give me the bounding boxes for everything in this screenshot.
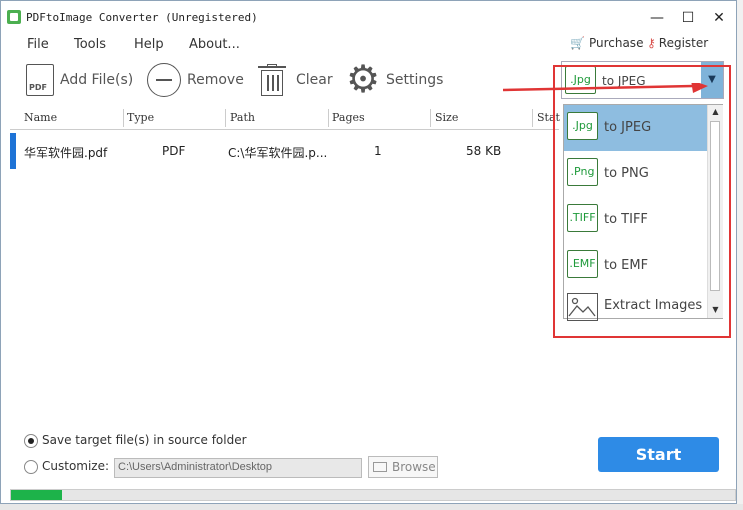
option-label: to PNG	[604, 166, 649, 181]
column-header-path[interactable]: Path	[230, 111, 255, 124]
minimize-button[interactable]: —	[644, 7, 670, 29]
column-header-status[interactable]: Stat	[537, 111, 560, 124]
option-to-png[interactable]: .Png to PNG	[564, 151, 707, 197]
trash-icon	[258, 64, 286, 96]
start-button[interactable]: Start	[598, 437, 719, 472]
title-bar: PDFtoImage Converter (Unregistered) — ☐ …	[1, 1, 736, 35]
tiff-format-icon: .TIFF	[567, 204, 598, 232]
option-label: to JPEG	[604, 120, 652, 135]
output-path-field[interactable]: C:\Users\Administrator\Desktop	[114, 458, 362, 478]
table-header: Name Type Path Pages Size Stat	[10, 107, 560, 130]
file-table: Name Type Path Pages Size Stat 华军软件园.pdf…	[10, 107, 560, 415]
register-link[interactable]: ⚷ Register	[647, 36, 708, 50]
image-icon	[567, 293, 598, 321]
column-header-name[interactable]: Name	[24, 111, 57, 124]
cell-pages: 1	[374, 144, 382, 158]
background-taskbar	[0, 504, 743, 510]
scrollbar-thumb[interactable]	[710, 121, 720, 291]
png-format-icon: .Png	[567, 158, 598, 186]
cell-name: 华军软件园.pdf	[24, 146, 108, 160]
source-folder-label: Save target file(s) in source folder	[42, 433, 247, 447]
browse-label: Browse	[392, 460, 436, 474]
purchase-label: Purchase	[588, 36, 644, 50]
table-row[interactable]: 华军软件园.pdf PDF C:\华军软件园.p... 1 58 KB	[10, 133, 559, 169]
gear-icon	[346, 57, 380, 101]
settings-button[interactable]: Settings	[346, 57, 444, 101]
progress-bar	[10, 489, 736, 501]
remove-label: Remove	[187, 72, 244, 88]
app-icon	[7, 10, 21, 24]
option-to-tiff[interactable]: .TIFF to TIFF	[564, 197, 707, 243]
option-to-emf[interactable]: .EMF to EMF	[564, 243, 707, 289]
cell-size: 58 KB	[466, 144, 502, 158]
cart-icon: 🛒	[570, 36, 585, 50]
option-to-jpeg[interactable]: .Jpg to JPEG	[564, 105, 707, 151]
jpg-format-icon: .Jpg	[567, 112, 598, 140]
row-selection-marker	[10, 133, 16, 169]
menu-file[interactable]: File	[27, 37, 49, 52]
progress-fill	[11, 490, 62, 500]
customize-label: Customize:	[42, 459, 110, 473]
menu-help[interactable]: Help	[134, 37, 164, 52]
settings-label: Settings	[386, 72, 444, 88]
annotation-arrow	[503, 83, 708, 93]
clear-label: Clear	[296, 72, 333, 88]
dropdown-scrollbar[interactable]: ▲ ▼	[707, 105, 723, 318]
format-dropdown-list: .Jpg to JPEG .Png to PNG .TIFF to TIFF .…	[563, 104, 723, 321]
cell-type: PDF	[162, 144, 186, 158]
emf-format-icon: .EMF	[567, 250, 598, 278]
add-files-button[interactable]: PDF Add File(s)	[26, 61, 133, 99]
clear-button[interactable]: Clear	[258, 61, 333, 99]
register-label: Register	[658, 36, 709, 50]
column-header-size[interactable]: Size	[435, 111, 458, 124]
remove-button[interactable]: Remove	[147, 61, 244, 99]
column-header-type[interactable]: Type	[127, 111, 154, 124]
option-label: Extract Images	[604, 298, 703, 313]
app-window: PDFtoImage Converter (Unregistered) — ☐ …	[0, 0, 737, 504]
option-label: to EMF	[604, 258, 649, 273]
option-label: to TIFF	[604, 212, 648, 227]
minus-circle-icon	[147, 63, 181, 97]
folder-icon	[373, 462, 387, 472]
column-header-pages[interactable]: Pages	[332, 111, 365, 124]
background-strip	[737, 0, 743, 504]
option-extract-images[interactable]: Extract Images	[564, 289, 707, 321]
add-files-label: Add File(s)	[60, 72, 134, 88]
scroll-down-icon[interactable]: ▼	[708, 303, 723, 317]
source-folder-radio[interactable]	[24, 434, 38, 448]
pdf-file-icon: PDF	[26, 64, 54, 96]
menu-tools[interactable]: Tools	[74, 37, 106, 52]
key-icon: ⚷	[647, 36, 656, 50]
cell-path: C:\华军软件园.p...	[228, 146, 328, 160]
menu-about[interactable]: About...	[189, 37, 240, 52]
close-button[interactable]: ✕	[706, 7, 732, 29]
window-title: PDFtoImage Converter (Unregistered)	[26, 11, 258, 24]
maximize-button[interactable]: ☐	[675, 7, 701, 29]
customize-radio[interactable]	[24, 460, 38, 474]
browse-button[interactable]: Browse	[368, 456, 438, 478]
scroll-up-icon[interactable]: ▲	[708, 105, 723, 119]
purchase-link[interactable]: 🛒 Purchase	[570, 36, 643, 50]
